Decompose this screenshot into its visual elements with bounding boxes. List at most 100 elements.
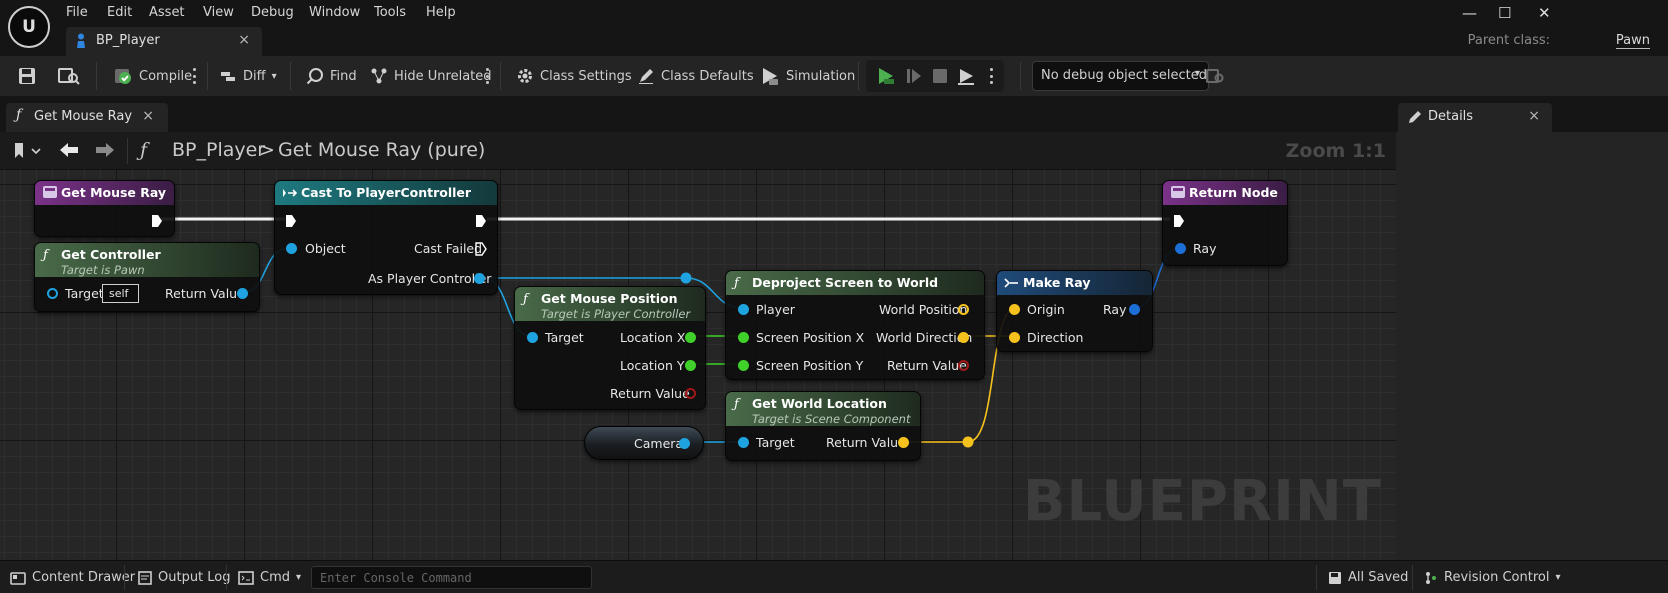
- direction-input-pin[interactable]: [1009, 332, 1020, 343]
- menu-window[interactable]: Window: [309, 5, 360, 20]
- node-subtitle: Target is Pawn: [61, 263, 145, 277]
- status-divider: [226, 565, 227, 590]
- menu-asset[interactable]: Asset: [149, 5, 185, 20]
- node-get-controller[interactable]: ƒ Get Controller Target is Pawn Target s…: [34, 242, 260, 312]
- graph-tab-label: Get Mouse Ray: [34, 109, 133, 124]
- return-node[interactable]: Return Node Ray: [1162, 180, 1288, 266]
- target-input-pin[interactable]: [527, 332, 538, 343]
- node-get-world-location[interactable]: ƒ Get World Location Target is Scene Com…: [725, 391, 921, 461]
- node-make-ray[interactable]: Make Ray Origin Direction Ray: [996, 270, 1153, 352]
- world-direction-output-pin[interactable]: [958, 332, 969, 343]
- save-button[interactable]: [18, 56, 36, 96]
- pin-label-return-value: Return Value: [610, 386, 690, 401]
- breadcrumb-root[interactable]: BP_Player: [172, 139, 265, 161]
- pin-label-ray: Ray: [1193, 241, 1217, 256]
- variable-node-camera[interactable]: Camera: [584, 426, 704, 460]
- find-button[interactable]: Find: [306, 56, 357, 96]
- return-value-output-pin[interactable]: [898, 437, 909, 448]
- exec-output-pin[interactable]: [151, 214, 163, 228]
- graph-canvas[interactable]: BLUEPRINT Get Mouse Ray ƒ Get Controller…: [0, 170, 1396, 560]
- graph-tab-get-mouse-ray[interactable]: ƒ Get Mouse Ray ×: [6, 103, 168, 132]
- eject-icon[interactable]: [956, 66, 976, 86]
- diff-button[interactable]: Diff ▾: [219, 56, 277, 96]
- play-icon[interactable]: [876, 66, 896, 86]
- browse-button[interactable]: [58, 56, 80, 96]
- entry-node-get-mouse-ray[interactable]: Get Mouse Ray: [34, 180, 175, 237]
- find-icon: [306, 68, 323, 85]
- resume-icon[interactable]: [904, 66, 924, 86]
- world-position-output-pin[interactable]: [958, 304, 969, 315]
- close-window-icon[interactable]: ✕: [1538, 4, 1551, 22]
- hide-unrelated-button[interactable]: Hide Unrelated: [370, 56, 492, 96]
- cast-failed-exec-pin[interactable]: [475, 242, 487, 256]
- exec-input-pin[interactable]: [285, 214, 297, 228]
- details-panel: Details ×: [1396, 96, 1668, 560]
- blueprint-editor-window: U File Edit Asset View Debug Window Tool…: [0, 0, 1668, 593]
- as-player-controller-output-pin[interactable]: [474, 273, 485, 284]
- menu-view[interactable]: View: [203, 5, 234, 20]
- target-default-field[interactable]: self: [102, 284, 139, 303]
- return-value-output-pin[interactable]: [237, 288, 248, 299]
- ray-input-pin[interactable]: [1175, 243, 1186, 254]
- screen-position-y-input-pin[interactable]: [738, 360, 749, 371]
- camera-output-pin[interactable]: [679, 438, 690, 449]
- pin-label-target: Target: [545, 330, 584, 345]
- output-log-button[interactable]: Output Log: [138, 561, 231, 593]
- play-options-icon[interactable]: [990, 68, 993, 84]
- screen-position-x-input-pin[interactable]: [738, 332, 749, 343]
- target-input-pin[interactable]: [738, 437, 749, 448]
- unreal-logo-icon[interactable]: U: [8, 6, 50, 48]
- close-tab-icon[interactable]: ×: [142, 108, 154, 124]
- back-arrow-icon[interactable]: [58, 141, 80, 159]
- close-tab-icon[interactable]: ×: [1528, 108, 1540, 124]
- location-x-output-pin[interactable]: [685, 332, 696, 343]
- variable-label-camera: Camera: [634, 436, 684, 451]
- minimize-icon[interactable]: —: [1462, 4, 1477, 22]
- pencil-icon: [1409, 111, 1421, 123]
- node-get-mouse-position[interactable]: ƒ Get Mouse Position Target is Player Co…: [514, 286, 706, 410]
- simulation-button[interactable]: Simulation: [760, 56, 855, 96]
- ray-output-pin[interactable]: [1129, 304, 1140, 315]
- graph-options-icon[interactable]: [486, 68, 489, 84]
- menu-debug[interactable]: Debug: [251, 5, 294, 20]
- node-cast-to-playercontroller[interactable]: Cast To PlayerController Object Cast Fai…: [274, 180, 498, 295]
- forward-arrow-icon[interactable]: [94, 141, 116, 159]
- target-input-pin[interactable]: [47, 288, 58, 299]
- exec-input-pin[interactable]: [1173, 214, 1185, 228]
- menu-edit[interactable]: Edit: [107, 5, 132, 20]
- content-drawer-button[interactable]: Content Drawer: [10, 561, 135, 593]
- compile-button[interactable]: Compile: [113, 56, 192, 96]
- class-defaults-icon: [639, 69, 653, 84]
- compile-options-icon[interactable]: [193, 68, 196, 84]
- maximize-icon[interactable]: ☐: [1498, 4, 1511, 22]
- return-value-bool-pin[interactable]: [958, 360, 969, 371]
- menu-help[interactable]: Help: [426, 5, 456, 20]
- cmd-dropdown[interactable]: Cmd ▾: [238, 561, 301, 593]
- return-value-bool-pin[interactable]: [685, 388, 696, 399]
- revision-control-button[interactable]: Revision Control ▾: [1424, 561, 1561, 593]
- bookmark-icon[interactable]: [12, 142, 42, 160]
- class-defaults-button[interactable]: Class Defaults: [637, 56, 754, 96]
- menu-file[interactable]: File: [66, 5, 88, 20]
- debug-object-label: No debug object selected: [1041, 68, 1208, 83]
- location-y-output-pin[interactable]: [685, 360, 696, 371]
- parent-class-link[interactable]: Pawn: [1615, 33, 1650, 49]
- player-input-pin[interactable]: [738, 304, 749, 315]
- class-settings-button[interactable]: Class Settings: [516, 56, 632, 96]
- menu-tools[interactable]: Tools: [374, 5, 406, 20]
- pin-label-world-position: World Position: [879, 302, 968, 317]
- save-status[interactable]: All Saved: [1328, 561, 1408, 593]
- origin-input-pin[interactable]: [1009, 304, 1020, 315]
- node-deproject-screen-to-world[interactable]: ƒ Deproject Screen to World Player Scree…: [725, 270, 985, 380]
- details-tab[interactable]: Details ×: [1398, 103, 1552, 132]
- debug-object-dropdown[interactable]: No debug object selected ▾: [1032, 61, 1209, 91]
- exec-output-pin[interactable]: [475, 214, 487, 228]
- close-tab-icon[interactable]: ×: [238, 32, 250, 48]
- breadcrumb-current[interactable]: Get Mouse Ray (pure): [278, 139, 485, 161]
- stop-icon[interactable]: [930, 66, 950, 86]
- console-input[interactable]: Enter Console Command: [311, 566, 592, 589]
- compile-icon: [115, 69, 131, 84]
- document-tab-bp-player[interactable]: BP_Player ×: [66, 27, 262, 56]
- object-input-pin[interactable]: [286, 243, 297, 254]
- debug-browse-icon[interactable]: [1206, 67, 1224, 85]
